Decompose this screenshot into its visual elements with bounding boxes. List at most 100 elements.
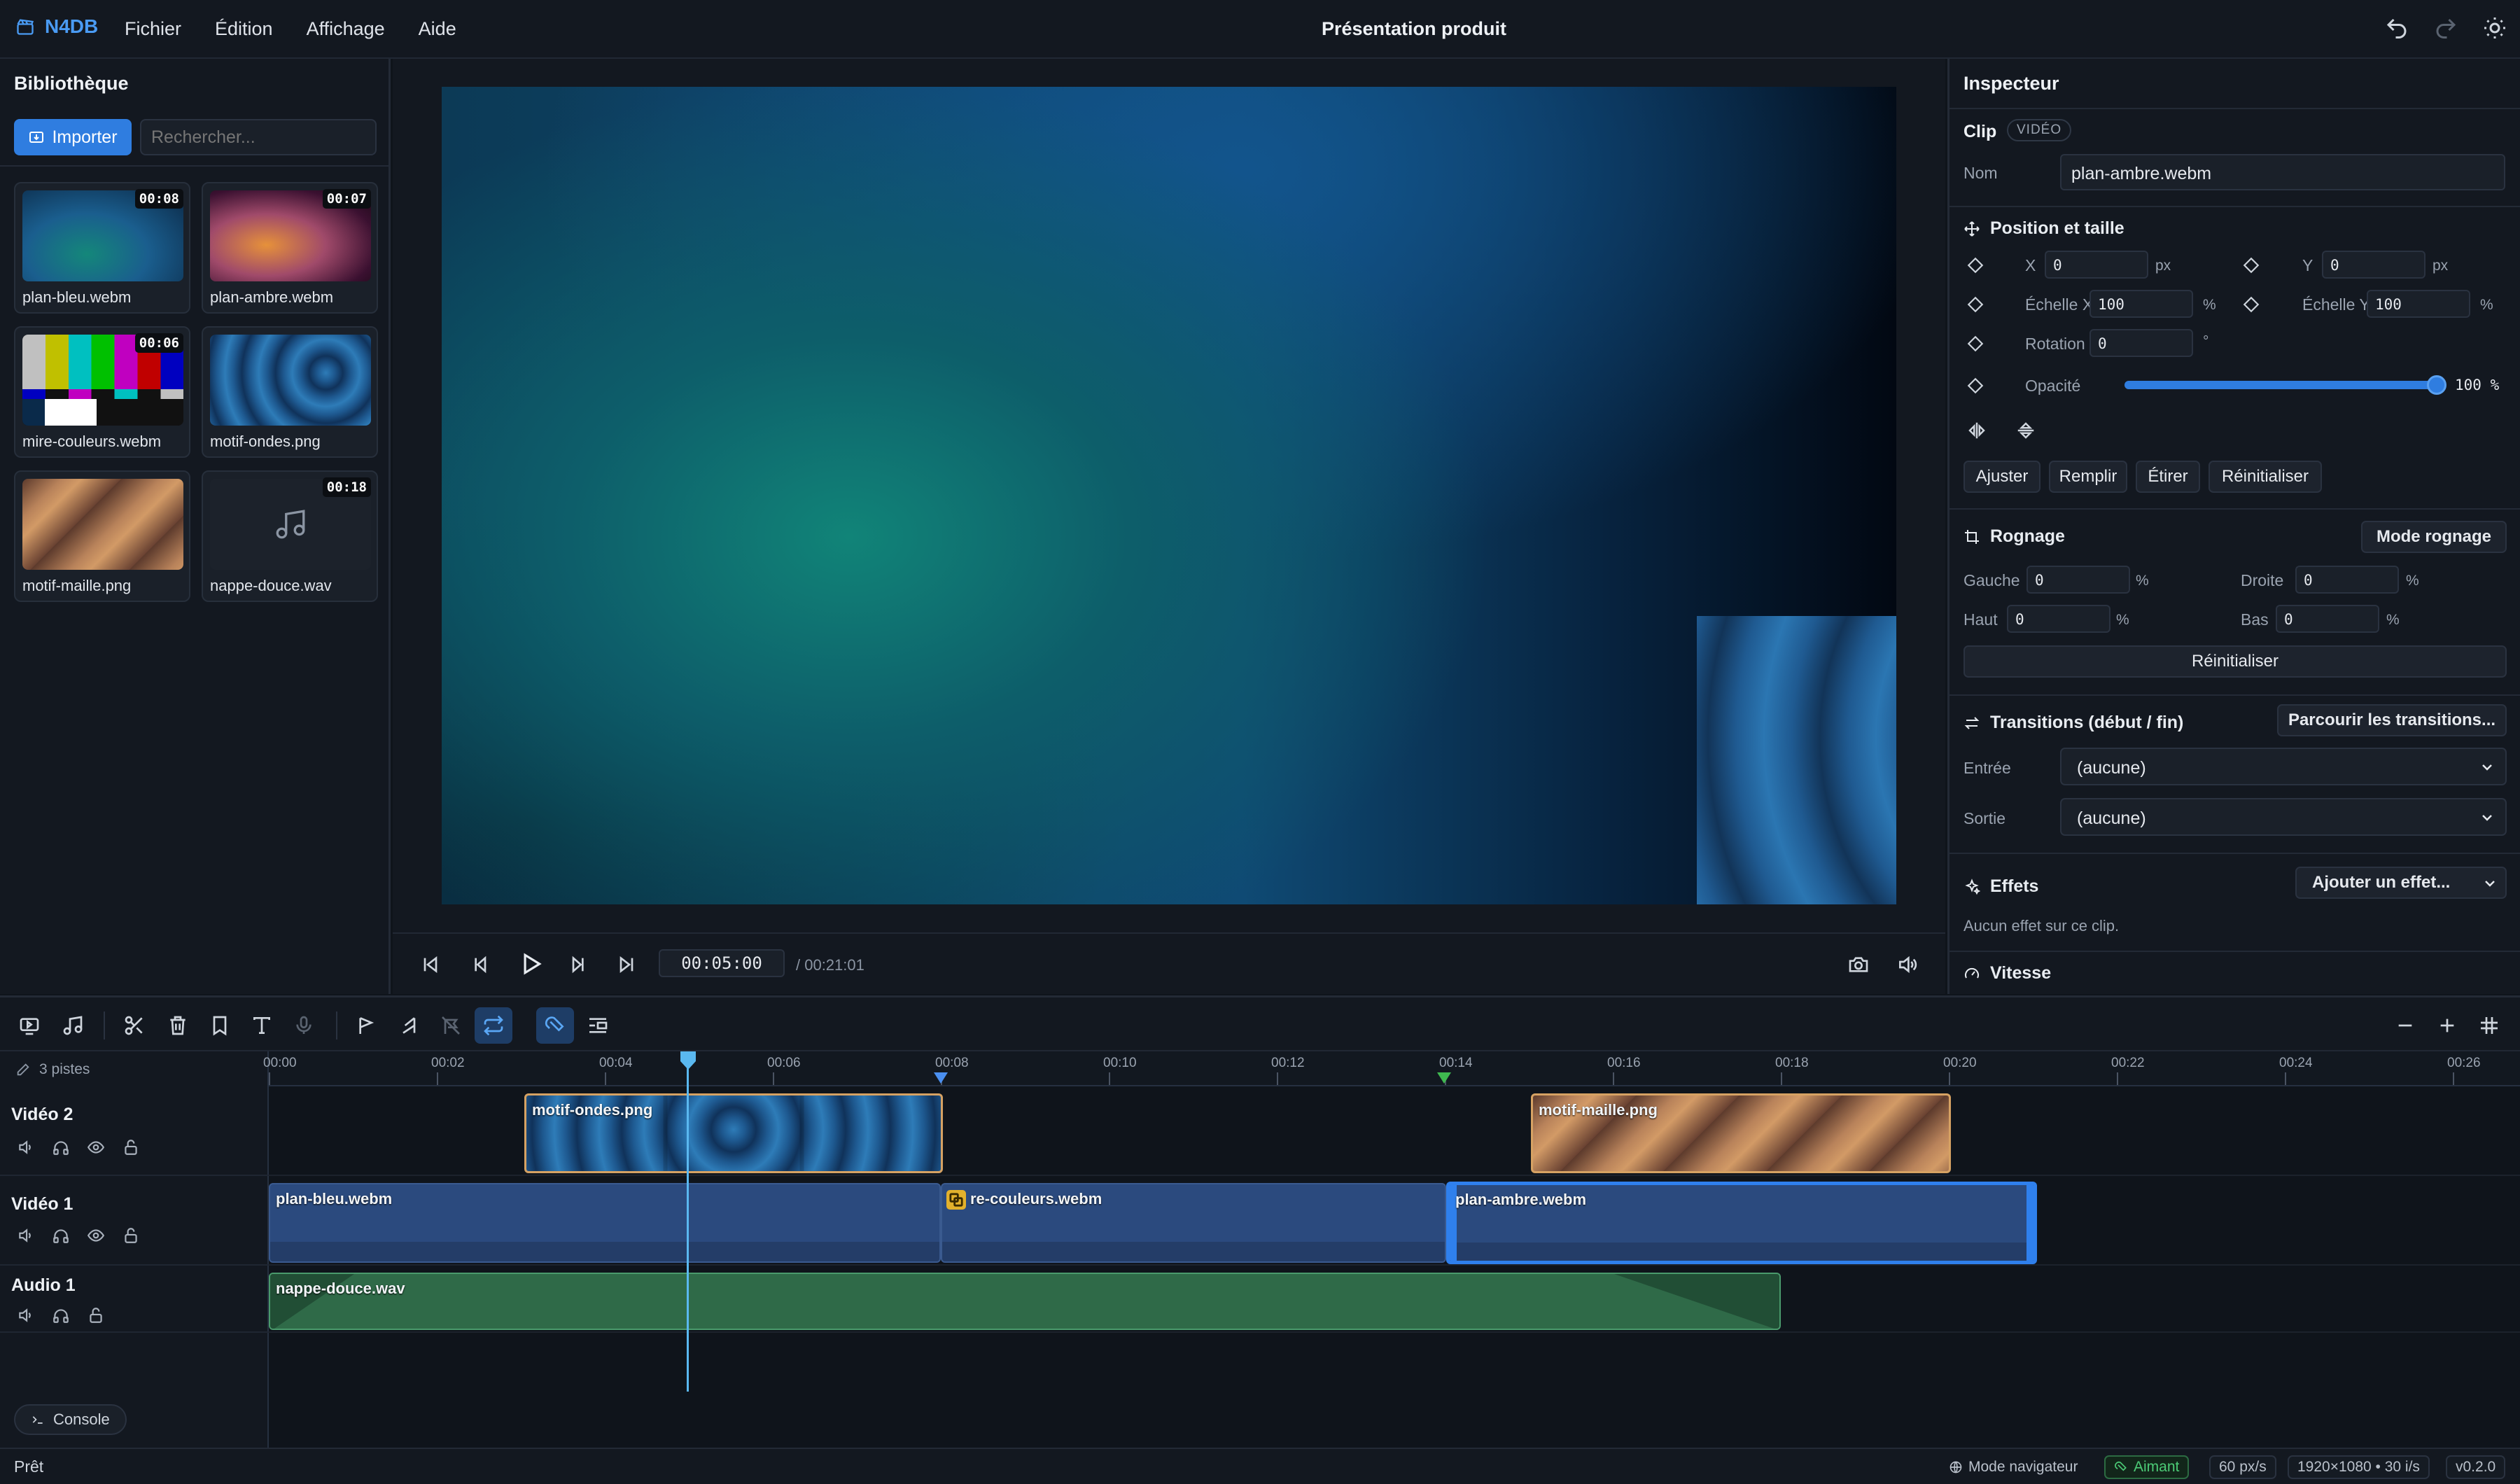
- crop-bottom-input[interactable]: 0: [2276, 605, 2379, 633]
- flip-horizontal-icon[interactable]: [1966, 420, 1987, 441]
- eye-visibility-icon[interactable]: [87, 1226, 105, 1245]
- mute-speaker-icon[interactable]: [17, 1306, 35, 1324]
- transition-in-select[interactable]: (aucune): [2060, 748, 2507, 785]
- fit-button[interactable]: Ajuster: [1963, 461, 2040, 493]
- scale-y-input[interactable]: 100: [2367, 290, 2470, 318]
- scale-x-input[interactable]: 100: [2090, 290, 2193, 318]
- clip-motif-ondes[interactable]: motif-ondes.png: [524, 1093, 943, 1173]
- library-item-nappe-douce[interactable]: 00:18 nappe-douce.wav: [202, 470, 378, 602]
- library-item-mire-couleurs[interactable]: 00:06 mire-couleurs.webm: [14, 326, 190, 458]
- theme-sun-icon[interactable]: [2482, 15, 2507, 41]
- snap-toggle[interactable]: [536, 1007, 574, 1044]
- preview-canvas[interactable]: [442, 87, 1896, 904]
- eye-visibility-icon[interactable]: [87, 1138, 105, 1156]
- snapshot-camera-icon[interactable]: [1847, 953, 1870, 976]
- library-item-plan-ambre[interactable]: 00:07 plan-ambre.webm: [202, 182, 378, 314]
- clip-motif-maille[interactable]: motif-maille.png: [1531, 1093, 1951, 1173]
- opacity-slider-thumb[interactable]: [2427, 375, 2446, 395]
- effects-section-header[interactable]: Effets: [1963, 876, 2038, 897]
- clip-mire-couleurs[interactable]: re-couleurs.webm: [941, 1183, 1446, 1263]
- volume-icon[interactable]: [1896, 953, 1919, 976]
- trim-handle-right[interactable]: [2026, 1185, 2033, 1261]
- scissors-icon[interactable]: [123, 1014, 146, 1037]
- lock-icon[interactable]: [122, 1138, 140, 1156]
- crop-section-header[interactable]: Rognage: [1963, 526, 2065, 547]
- undo-icon[interactable]: [2384, 15, 2409, 41]
- browse-transitions-button[interactable]: Parcourir les transitions...: [2277, 704, 2507, 736]
- fill-button[interactable]: Remplir: [2049, 461, 2127, 493]
- y-input[interactable]: 0: [2322, 251, 2426, 279]
- lock-icon[interactable]: [122, 1226, 140, 1245]
- marker-blue[interactable]: [934, 1072, 948, 1084]
- mute-speaker-icon[interactable]: [17, 1226, 35, 1245]
- x-input[interactable]: 0: [2045, 251, 2148, 279]
- timeline-ruler[interactable]: 00:00 00:02 00:04 00:06 00:08 00:10 00:12 00:14…: [263, 1051, 2520, 1086]
- transition-out-select[interactable]: (aucune): [2060, 798, 2507, 836]
- edit-pencil-icon[interactable]: [15, 1062, 31, 1077]
- library-item-plan-bleu[interactable]: 00:08 plan-bleu.webm: [14, 182, 190, 314]
- marker-off-icon[interactable]: [440, 1014, 462, 1037]
- current-timecode[interactable]: 00:05:00: [659, 949, 785, 977]
- microphone-icon[interactable]: [293, 1014, 315, 1037]
- crop-left-input[interactable]: 0: [2026, 566, 2130, 594]
- mute-speaker-icon[interactable]: [17, 1138, 35, 1156]
- library-item-motif-ondes[interactable]: motif-ondes.png: [202, 326, 378, 458]
- library-item-motif-maille[interactable]: motif-maille.png: [14, 470, 190, 602]
- add-audio-track-icon[interactable]: [62, 1014, 84, 1037]
- step-forward-icon[interactable]: [568, 953, 590, 976]
- reset-transform-button[interactable]: Réinitialiser: [2208, 461, 2322, 493]
- marker-green[interactable]: [1437, 1072, 1451, 1084]
- keyframe-diamond-icon[interactable]: [2242, 295, 2260, 314]
- add-video-track-icon[interactable]: [18, 1014, 41, 1037]
- transitions-section-header[interactable]: Transitions (début / fin): [1963, 713, 2183, 733]
- keyframe-diamond-icon[interactable]: [2242, 256, 2260, 274]
- step-back-icon[interactable]: [468, 953, 491, 976]
- ripple-list-icon[interactable]: [587, 1014, 609, 1037]
- crop-mode-button[interactable]: Mode rognage: [2361, 521, 2507, 553]
- clip-name-input[interactable]: plan-ambre.webm: [2060, 154, 2505, 190]
- headphones-solo-icon[interactable]: [52, 1306, 70, 1324]
- opacity-slider-track[interactable]: [2124, 375, 2446, 395]
- loop-toggle[interactable]: [475, 1007, 512, 1044]
- position-section-header[interactable]: Position et taille: [1963, 218, 2124, 239]
- crop-top-input[interactable]: 0: [2007, 605, 2110, 633]
- keyframe-diamond-icon[interactable]: [1966, 377, 1984, 395]
- text-icon[interactable]: [251, 1014, 273, 1037]
- rotation-input[interactable]: 0: [2090, 329, 2193, 357]
- crop-right-input[interactable]: 0: [2295, 566, 2399, 594]
- skip-to-start-icon[interactable]: [419, 953, 442, 976]
- playhead-line[interactable]: [687, 1051, 689, 1392]
- keyframe-diamond-icon[interactable]: [1966, 295, 1984, 314]
- clip-plan-bleu[interactable]: plan-bleu.webm: [269, 1183, 941, 1263]
- play-icon[interactable]: [517, 951, 544, 977]
- import-button[interactable]: Importer: [14, 119, 132, 155]
- keyframe-diamond-icon[interactable]: [1966, 335, 1984, 353]
- overlay-clip-motif-ondes[interactable]: [1697, 616, 1896, 904]
- clip-nappe-douce[interactable]: nappe-douce.wav: [269, 1273, 1781, 1330]
- library-search-input[interactable]: [140, 119, 377, 155]
- stretch-button[interactable]: Étirer: [2136, 461, 2200, 493]
- speed-section-header[interactable]: Vitesse: [1963, 963, 2051, 983]
- console-button[interactable]: Console: [14, 1404, 127, 1435]
- fit-timeline-icon[interactable]: [2478, 1014, 2500, 1037]
- magnet-pill[interactable]: Aimant: [2104, 1455, 2190, 1479]
- skip-to-end-icon[interactable]: [615, 953, 638, 976]
- zoom-out-icon[interactable]: [2394, 1014, 2416, 1037]
- browser-mode-label: Mode navigateur: [1968, 1459, 2078, 1475]
- lock-icon[interactable]: [87, 1306, 105, 1324]
- reset-crop-button[interactable]: Réinitialiser: [1963, 645, 2507, 678]
- headphones-solo-icon[interactable]: [52, 1138, 70, 1156]
- flip-vertical-icon[interactable]: [2015, 420, 2036, 441]
- flag-marker-icon[interactable]: [356, 1014, 378, 1037]
- trash-icon[interactable]: [167, 1014, 189, 1037]
- keyframe-diamond-icon[interactable]: [1966, 256, 1984, 274]
- browser-mode-pill[interactable]: Mode navigateur: [1940, 1455, 2086, 1479]
- bookmark-icon[interactable]: [209, 1014, 231, 1037]
- add-effect-select[interactable]: Ajouter un effet...: [2295, 867, 2507, 899]
- zoom-in-icon[interactable]: [2436, 1014, 2458, 1037]
- clip-plan-ambre-selected[interactable]: plan-ambre.webm: [1446, 1182, 2037, 1264]
- in-point-icon[interactable]: [398, 1014, 420, 1037]
- redo-icon[interactable]: [2433, 15, 2458, 41]
- playhead-handle[interactable]: [679, 1051, 697, 1071]
- headphones-solo-icon[interactable]: [52, 1226, 70, 1245]
